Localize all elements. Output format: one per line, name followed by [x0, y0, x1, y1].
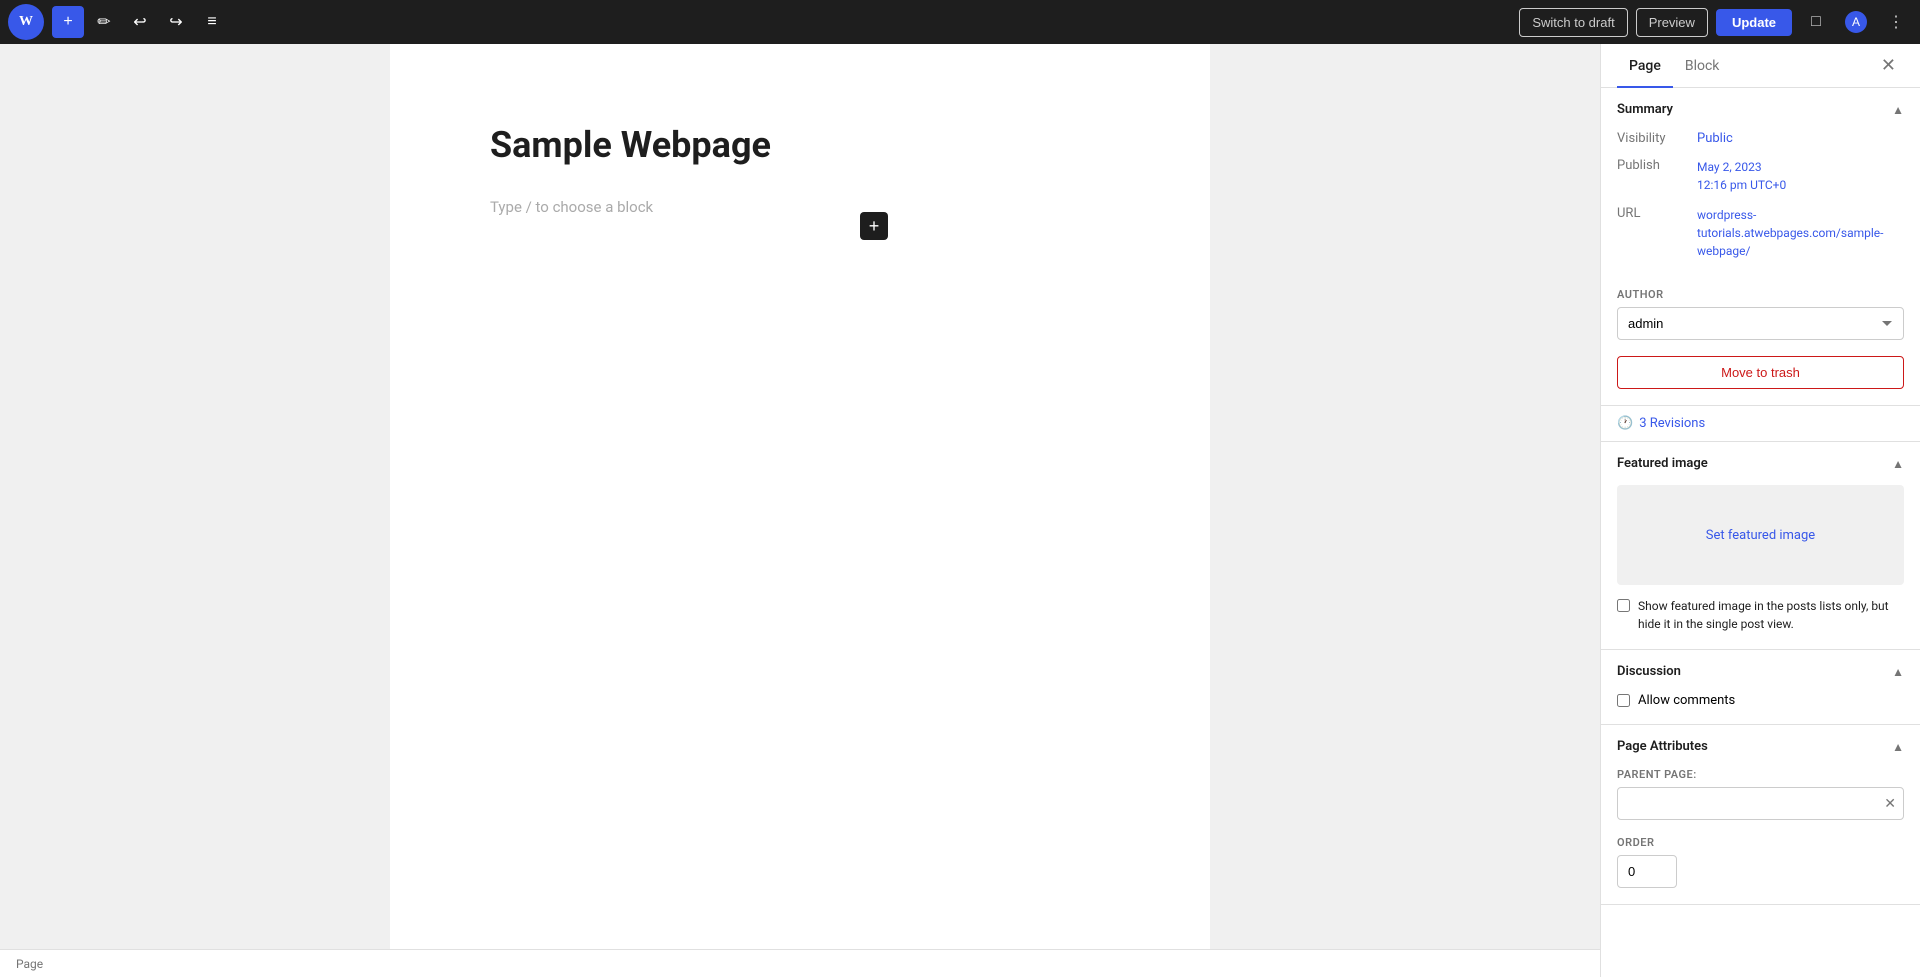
discussion-title: Discussion	[1617, 664, 1681, 679]
page-title[interactable]: Sample Webpage	[490, 124, 1110, 166]
featured-image-toggle-icon: ▲	[1892, 457, 1904, 471]
page-attributes-toggle-icon: ▲	[1892, 740, 1904, 754]
editor-area: Sample Webpage Type / to choose a block …	[0, 44, 1600, 949]
more-icon: ⋮	[1888, 12, 1904, 32]
undo-button[interactable]: ↩	[124, 6, 156, 38]
status-page-label: Page	[16, 957, 43, 971]
move-to-trash-button[interactable]: Move to trash	[1617, 356, 1904, 389]
page-attributes-title: Page Attributes	[1617, 739, 1708, 754]
url-label: URL	[1617, 206, 1697, 221]
page-attributes-header[interactable]: Page Attributes ▲	[1601, 725, 1920, 768]
featured-image-placeholder[interactable]: Set featured image	[1617, 485, 1904, 585]
allow-comments-label: Allow comments	[1638, 693, 1735, 708]
visibility-row: Visibility Public	[1617, 131, 1904, 146]
discussion-content: Allow comments	[1601, 693, 1920, 724]
summary-section-content: Visibility Public Publish May 2, 202312:…	[1601, 131, 1920, 288]
redo-icon: ↪	[169, 12, 182, 32]
summary-toggle-icon: ▲	[1892, 103, 1904, 117]
set-featured-image-text[interactable]: Set featured image	[1706, 528, 1815, 543]
featured-image-checkbox-row: Show featured image in the posts lists o…	[1617, 597, 1904, 633]
undo-icon: ↩	[133, 12, 146, 32]
tools-icon: ≡	[207, 13, 216, 31]
plus-icon: +	[869, 216, 880, 237]
tools-button[interactable]: ≡	[196, 6, 228, 38]
revisions-text: 3 Revisions	[1639, 416, 1705, 431]
toolbar-right: Switch to draft Preview Update □ A ⋮	[1519, 6, 1912, 38]
block-placeholder[interactable]: Type / to choose a block	[490, 190, 1110, 224]
close-sidebar-button[interactable]: ✕	[1873, 47, 1904, 84]
featured-image-header[interactable]: Featured image ▲	[1601, 442, 1920, 485]
clock-icon: 🕐	[1617, 416, 1633, 431]
toolbar-left: W + ✏ ↩ ↪ ≡	[8, 4, 1519, 40]
revisions-row[interactable]: 🕐 3 Revisions	[1601, 406, 1920, 442]
sidebar-tabs: Page Block ✕	[1601, 44, 1920, 88]
publish-row: Publish May 2, 202312:16 pm UTC+0	[1617, 158, 1904, 194]
visibility-label: Visibility	[1617, 131, 1697, 146]
editor-canvas: Sample Webpage Type / to choose a block …	[390, 44, 1210, 949]
visibility-value[interactable]: Public	[1697, 131, 1733, 146]
user-icon-button[interactable]: A	[1840, 6, 1872, 38]
publish-value[interactable]: May 2, 202312:16 pm UTC+0	[1697, 158, 1786, 194]
page-attributes-content: PARENT PAGE: ✕ ORDER	[1601, 768, 1920, 904]
order-input[interactable]	[1617, 855, 1677, 888]
summary-title: Summary	[1617, 102, 1673, 117]
add-block-inline-button[interactable]: +	[860, 212, 888, 240]
order-label: ORDER	[1617, 836, 1904, 849]
wp-logo[interactable]: W	[8, 4, 44, 40]
author-select[interactable]: admin	[1617, 307, 1904, 340]
featured-image-checkbox[interactable]	[1617, 599, 1630, 612]
featured-image-content: Set featured image Show featured image i…	[1601, 485, 1920, 649]
sidebar: Page Block ✕ Summary ▲ Visibility Public…	[1600, 44, 1920, 977]
switch-to-draft-button[interactable]: Switch to draft	[1519, 8, 1627, 37]
summary-section-header[interactable]: Summary ▲	[1601, 88, 1920, 131]
tab-block[interactable]: Block	[1673, 44, 1732, 88]
url-row: URL wordpress-tutorials.atwebpages.com/s…	[1617, 206, 1904, 260]
edit-icon: ✏	[97, 12, 110, 32]
discussion-toggle-icon: ▲	[1892, 665, 1904, 679]
clear-parent-page-icon[interactable]: ✕	[1884, 796, 1896, 812]
parent-page-label: PARENT PAGE:	[1617, 768, 1904, 781]
featured-image-title: Featured image	[1617, 456, 1708, 471]
page-attributes-section: Page Attributes ▲ PARENT PAGE: ✕ ORDER	[1601, 725, 1920, 905]
allow-comments-checkbox[interactable]	[1617, 694, 1630, 707]
close-icon: ✕	[1881, 55, 1896, 76]
edit-button[interactable]: ✏	[88, 6, 120, 38]
plus-icon: +	[63, 13, 72, 31]
status-bar: Page	[0, 949, 1600, 977]
parent-page-input-wrap: ✕	[1617, 787, 1904, 820]
tab-page[interactable]: Page	[1617, 44, 1673, 88]
view-icon: □	[1811, 13, 1821, 31]
view-icon-button[interactable]: □	[1800, 6, 1832, 38]
more-options-button[interactable]: ⋮	[1880, 6, 1912, 38]
allow-comments-row: Allow comments	[1617, 693, 1904, 708]
discussion-header[interactable]: Discussion ▲	[1601, 650, 1920, 693]
author-section: AUTHOR admin	[1601, 288, 1920, 356]
author-label: AUTHOR	[1617, 288, 1904, 301]
parent-page-input[interactable]	[1617, 787, 1904, 820]
user-icon: A	[1845, 11, 1867, 33]
summary-section: Summary ▲ Visibility Public Publish May …	[1601, 88, 1920, 406]
featured-image-checkbox-label: Show featured image in the posts lists o…	[1638, 597, 1904, 633]
add-block-button[interactable]: +	[52, 6, 84, 38]
update-button[interactable]: Update	[1716, 9, 1792, 36]
toolbar: W + ✏ ↩ ↪ ≡ Switch to draft Preview Upda…	[0, 0, 1920, 44]
discussion-section: Discussion ▲ Allow comments	[1601, 650, 1920, 725]
url-value[interactable]: wordpress-tutorials.atwebpages.com/sampl…	[1697, 206, 1904, 260]
publish-label: Publish	[1617, 158, 1697, 173]
featured-image-section: Featured image ▲ Set featured image Show…	[1601, 442, 1920, 650]
redo-button[interactable]: ↪	[160, 6, 192, 38]
preview-button[interactable]: Preview	[1636, 8, 1708, 37]
